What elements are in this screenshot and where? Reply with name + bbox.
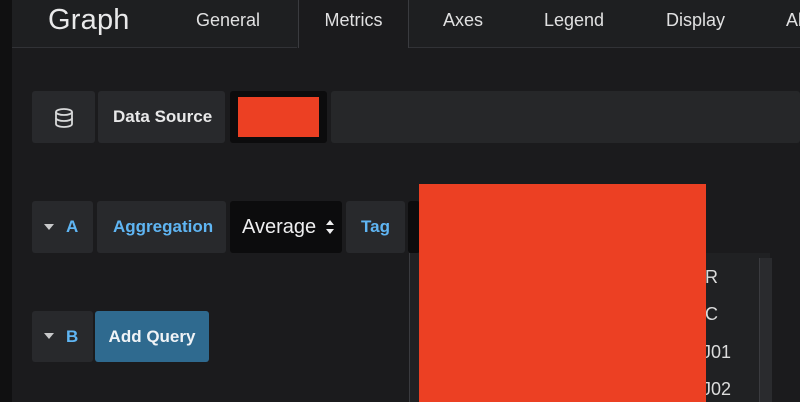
dropdown-scrollbar[interactable] xyxy=(759,258,772,402)
tab-alert[interactable]: Al xyxy=(786,0,800,40)
redacted-data-source xyxy=(238,97,319,137)
aggregation-select[interactable]: Average xyxy=(230,201,342,253)
tab-display[interactable]: Display xyxy=(666,0,725,40)
data-source-label-text: Data Source xyxy=(113,107,213,126)
dropdown-item[interactable]: J02 xyxy=(702,379,731,400)
tag-label: Tag xyxy=(346,201,405,253)
left-rail xyxy=(0,0,12,402)
dropdown-item[interactable]: R xyxy=(705,267,718,288)
caret-down-icon xyxy=(44,224,54,230)
data-source-select[interactable] xyxy=(230,91,327,143)
aggregation-label: Aggregation xyxy=(97,201,226,253)
tab-legend[interactable]: Legend xyxy=(544,0,604,40)
aggregation-value: Average xyxy=(242,216,317,238)
query-b-toggle[interactable] xyxy=(32,311,93,362)
header-divider xyxy=(12,47,297,48)
dropdown-item[interactable]: J01 xyxy=(702,342,731,363)
query-b-ref: B xyxy=(66,327,79,346)
aggregation-label-text: Aggregation xyxy=(113,217,214,236)
query-a-toggle[interactable] xyxy=(32,201,93,253)
query-a-ref: A xyxy=(66,217,79,236)
sort-arrows-icon xyxy=(326,220,334,234)
tab-general[interactable]: General xyxy=(196,0,260,40)
add-query-button[interactable]: Add Query xyxy=(95,311,209,362)
data-source-filler xyxy=(331,91,800,143)
database-icon xyxy=(55,108,73,128)
caret-down-icon xyxy=(44,333,54,339)
redacted-tag-values xyxy=(419,184,706,402)
dropdown-item[interactable]: C xyxy=(705,304,718,325)
data-source-label: Data Source xyxy=(98,91,225,143)
tag-label-text: Tag xyxy=(361,217,390,236)
tab-metrics[interactable]: Metrics xyxy=(298,0,409,48)
tab-axes[interactable]: Axes xyxy=(443,0,483,40)
panel-title: Graph xyxy=(48,4,130,36)
